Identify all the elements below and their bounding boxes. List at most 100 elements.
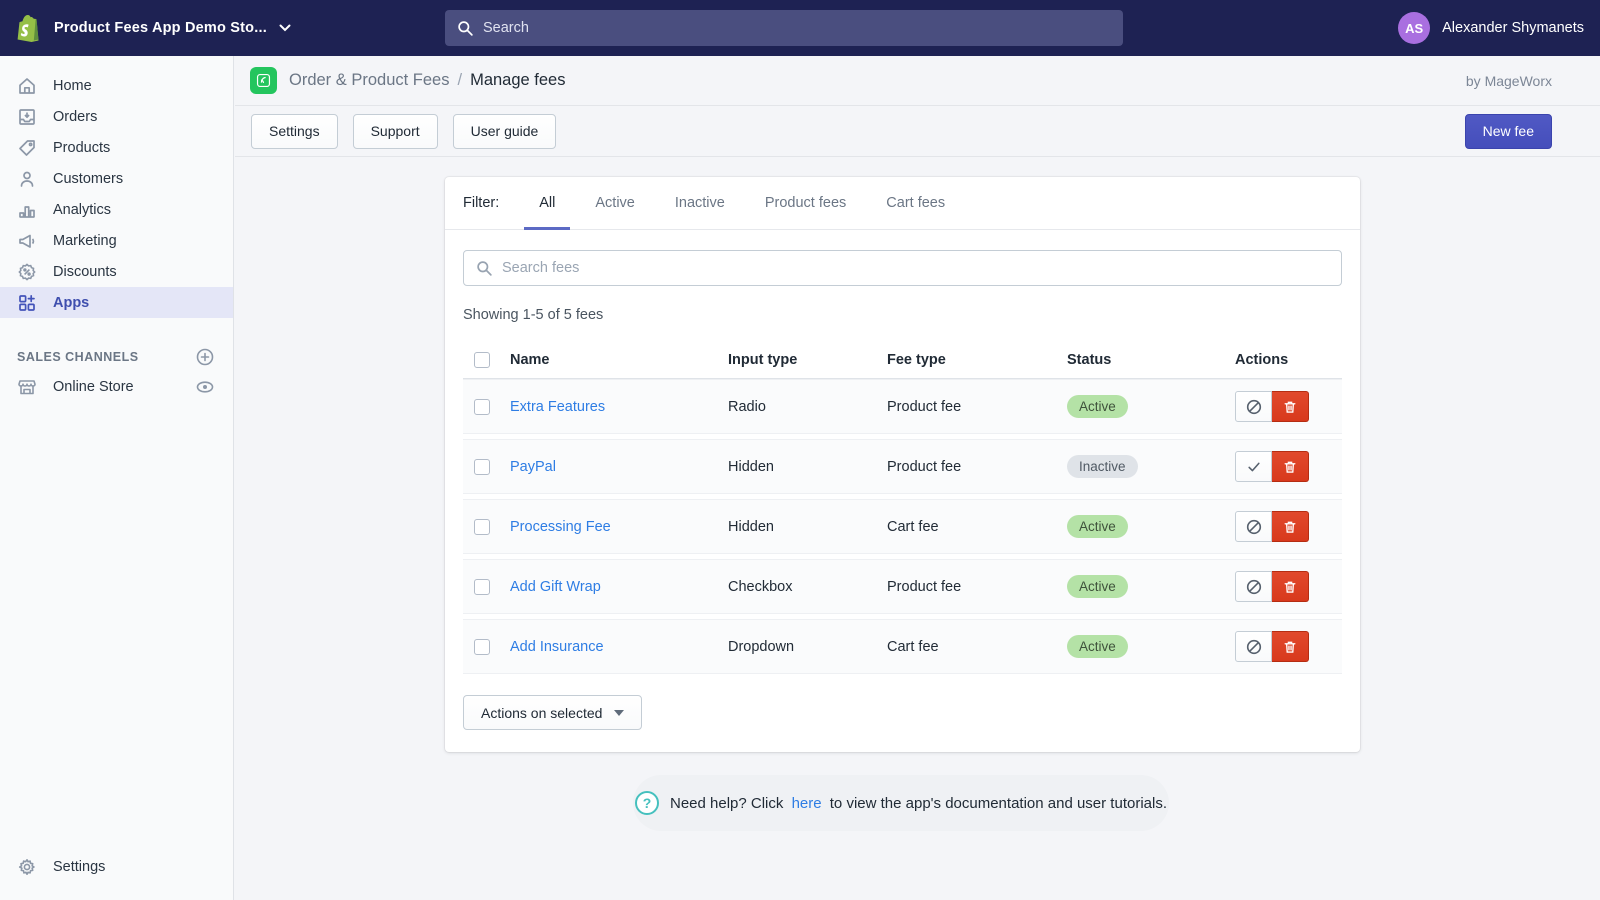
table-header: Name Input type Fee type Status Actions — [463, 341, 1342, 379]
sidebar-item-discounts[interactable]: Discounts — [0, 256, 233, 287]
eye-icon[interactable] — [195, 377, 215, 397]
support-button[interactable]: Support — [352, 113, 438, 149]
disable-fee-button[interactable] — [1235, 391, 1272, 422]
select-all-checkbox[interactable] — [474, 351, 490, 368]
user-menu[interactable]: AS Alexander Shymanets — [1398, 0, 1584, 56]
delete-fee-button[interactable] — [1272, 451, 1309, 482]
delete-fee-button[interactable] — [1272, 571, 1309, 602]
global-search-input[interactable] — [483, 20, 1111, 36]
delete-fee-button[interactable] — [1272, 391, 1309, 422]
disable-fee-button[interactable] — [1235, 631, 1272, 662]
status-badge: Active — [1067, 395, 1128, 418]
sidebar-item-orders[interactable]: Orders — [0, 101, 233, 132]
row-checkbox[interactable] — [474, 458, 490, 475]
table-row: Processing Fee Hidden Cart fee Active — [463, 499, 1342, 554]
sidebar-item-label: Apps — [53, 294, 90, 311]
delete-fee-button[interactable] — [1272, 511, 1309, 542]
storefront-icon — [17, 377, 37, 397]
fee-name-link[interactable]: PayPal — [510, 459, 556, 475]
col-status: Status — [1067, 351, 1112, 368]
fee-name-link[interactable]: Extra Features — [510, 399, 605, 415]
fee-type-cell: Product fee — [887, 458, 962, 475]
settings-button[interactable]: Settings — [251, 113, 338, 149]
global-search[interactable] — [445, 10, 1123, 46]
fee-type-cell: Product fee — [887, 398, 962, 415]
fees-search-input[interactable] — [502, 260, 1329, 276]
sidebar-item-analytics[interactable]: Analytics — [0, 194, 233, 225]
tab-cart-fees[interactable]: Cart fees — [871, 177, 960, 230]
delete-fee-button[interactable] — [1272, 631, 1309, 662]
disable-fee-button[interactable] — [1235, 511, 1272, 542]
breadcrumb-separator: / — [457, 71, 463, 89]
table-row: PayPal Hidden Product fee Inactive — [463, 439, 1342, 494]
actions-on-selected-button[interactable]: Actions on selected — [463, 695, 643, 730]
avatar: AS — [1398, 12, 1431, 44]
row-checkbox[interactable] — [474, 578, 490, 595]
fees-card: Filter: All Active Inactive Product fees… — [445, 177, 1360, 752]
tag-icon — [17, 138, 37, 158]
fee-name-link[interactable]: Processing Fee — [510, 519, 611, 535]
status-badge: Active — [1067, 635, 1128, 658]
row-checkbox[interactable] — [474, 518, 490, 535]
row-checkbox[interactable] — [474, 638, 490, 655]
online-store-label: Online Store — [53, 379, 134, 395]
fee-type-cell: Cart fee — [887, 638, 939, 655]
input-type-cell: Checkbox — [728, 578, 793, 595]
tab-active[interactable]: Active — [580, 177, 650, 230]
sidebar-item-apps[interactable]: Apps — [0, 287, 233, 318]
user-guide-button[interactable]: User guide — [452, 113, 557, 149]
input-type-cell: Dropdown — [728, 638, 795, 655]
sidebar-item-customers[interactable]: Customers — [0, 163, 233, 194]
question-circle-icon: ? — [634, 791, 659, 815]
chevron-down-icon — [279, 24, 291, 32]
store-switcher[interactable]: Product Fees App Demo Sto... — [14, 0, 291, 56]
settings-label: Settings — [53, 858, 106, 875]
breadcrumb-app-name[interactable]: Order & Product Fees — [289, 71, 449, 90]
fee-name-link[interactable]: Add Insurance — [510, 639, 604, 655]
row-checkbox[interactable] — [474, 398, 490, 415]
sidebar-item-online-store[interactable]: Online Store — [0, 371, 233, 403]
sidebar-item-settings[interactable]: Settings — [0, 851, 233, 882]
sidebar-item-label: Analytics — [53, 201, 112, 218]
breadcrumb: Order & Product Fees / Manage fees by Ma… — [235, 56, 1600, 105]
toolbar: Settings Support User guide New fee — [235, 105, 1600, 157]
search-icon — [476, 260, 493, 277]
fee-name-link[interactable]: Add Gift Wrap — [510, 579, 601, 595]
input-type-cell: Hidden — [728, 518, 774, 535]
home-icon — [17, 76, 37, 96]
input-type-cell: Hidden — [728, 458, 774, 475]
sidebar-item-label: Home — [53, 77, 92, 94]
add-channel-icon[interactable] — [195, 347, 215, 367]
col-actions: Actions — [1235, 351, 1289, 368]
tab-all[interactable]: All — [524, 177, 571, 230]
bar-chart-icon — [17, 200, 37, 220]
table-row: Add Insurance Dropdown Cart fee Active — [463, 619, 1342, 674]
sidebar-item-label: Orders — [53, 108, 98, 125]
tab-product-fees[interactable]: Product fees — [750, 177, 861, 230]
sidebar-item-home[interactable]: Home — [0, 70, 233, 101]
actions-on-selected-label: Actions on selected — [481, 704, 603, 721]
col-name: Name — [510, 351, 550, 368]
sidebar-item-products[interactable]: Products — [0, 132, 233, 163]
help-text-before: Need help? Click — [669, 794, 784, 812]
help-link[interactable]: here — [792, 795, 822, 812]
customers-icon — [17, 169, 37, 189]
col-input-type: Input type — [728, 351, 798, 368]
input-type-cell: Radio — [728, 398, 766, 415]
apps-icon — [17, 293, 37, 313]
fee-type-cell: Cart fee — [887, 518, 939, 535]
sidebar-item-marketing[interactable]: Marketing — [0, 225, 233, 256]
fees-search[interactable] — [463, 250, 1342, 286]
shopify-logo-icon — [14, 13, 42, 43]
page-title: Manage fees — [470, 71, 566, 89]
new-fee-button[interactable]: New fee — [1464, 113, 1552, 149]
tab-inactive[interactable]: Inactive — [660, 177, 740, 230]
enable-fee-button[interactable] — [1235, 451, 1272, 482]
results-count: Showing 1-5 of 5 fees — [463, 307, 604, 323]
help-text-after: to view the app's documentation and user… — [829, 794, 1167, 812]
content-area: Filter: All Active Inactive Product fees… — [235, 157, 1600, 831]
filter-label: Filter: — [463, 195, 500, 211]
discount-icon — [17, 262, 37, 282]
byline: by MageWorx — [1465, 72, 1552, 89]
disable-fee-button[interactable] — [1235, 571, 1272, 602]
